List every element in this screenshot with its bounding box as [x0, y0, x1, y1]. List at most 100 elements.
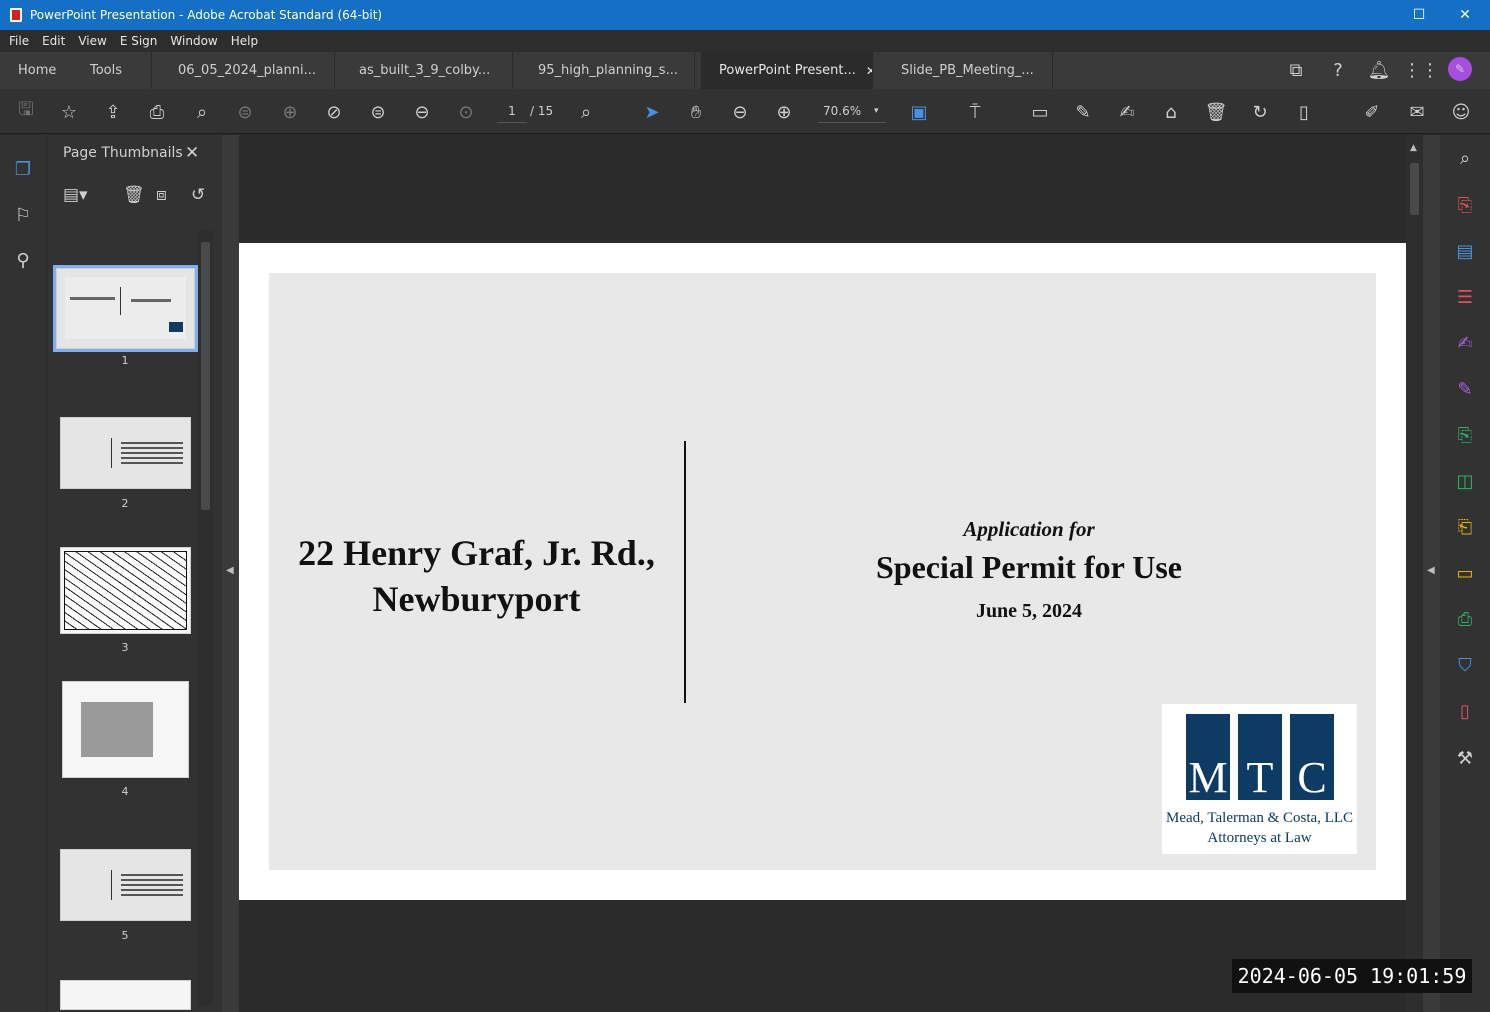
zoom-out-icon[interactable]: ⊖: [727, 99, 753, 125]
tag-icon[interactable]: ⌂: [1158, 99, 1184, 125]
forward-icon[interactable]: ⊙: [453, 99, 479, 125]
edit-pdf-icon[interactable]: ▤: [1452, 238, 1478, 264]
thumbnail-page-2[interactable]: [60, 417, 191, 489]
thumbnail-scrollbar[interactable]: [198, 230, 213, 1005]
menu-window[interactable]: Window: [170, 34, 217, 48]
thumbnail-page-4[interactable]: [62, 681, 189, 778]
sign-icon[interactable]: ✍︎: [1114, 99, 1140, 125]
account-avatar[interactable]: ✎: [1448, 57, 1472, 81]
thumbnail-options-icon[interactable]: ▤▾: [63, 185, 88, 205]
left-navigation-rail: ❐ ⚐ ⚲: [0, 135, 46, 1012]
previous-page-icon[interactable]: ⊕: [277, 99, 303, 125]
tab-tools[interactable]: Tools: [72, 52, 152, 89]
fill-sign-icon[interactable]: ✐: [1359, 99, 1385, 125]
panel-close-icon[interactable]: ✕: [185, 143, 199, 163]
fill-and-sign-icon[interactable]: ✎: [1452, 376, 1478, 402]
stamp-icon[interactable]: ⍑: [962, 99, 988, 125]
upload-cloud-icon[interactable]: ⇪: [100, 99, 126, 125]
window-title: PowerPoint Presentation - Adobe Acrobat …: [30, 8, 383, 22]
scan-ocr-icon[interactable]: ⎙: [1452, 606, 1478, 632]
thumbnail-page-6[interactable]: [60, 980, 191, 1010]
search-icon[interactable]: ⌕: [189, 99, 215, 125]
menu-help[interactable]: Help: [231, 34, 258, 48]
tab-tools-label: Tools: [90, 63, 123, 78]
thumbnail-page-3[interactable]: [60, 547, 191, 634]
hand-tool-icon[interactable]: ✋︎: [683, 99, 709, 125]
acrobat-sign-icon[interactable]: ▯: [1452, 698, 1478, 724]
maximize-button[interactable]: ☐: [1396, 0, 1442, 30]
rotate-icon[interactable]: ↻: [1247, 99, 1273, 125]
attachments-icon[interactable]: ⚲: [11, 248, 35, 272]
expand-right-icon[interactable]: ◀: [1427, 565, 1435, 576]
document-icon[interactable]: ▯: [1291, 99, 1317, 125]
close-window-button[interactable]: ✕: [1442, 0, 1488, 30]
comment-icon[interactable]: ▭: [1027, 99, 1053, 125]
right-panel-splitter[interactable]: ◀: [1423, 135, 1440, 1012]
scrollbar-thumb[interactable]: [1410, 163, 1419, 215]
slide-divider: [684, 441, 686, 703]
page-fit-icon[interactable]: ▣: [906, 99, 932, 125]
tab-document-3[interactable]: 95_high_planning_s...: [520, 52, 695, 89]
tab-document-1[interactable]: 06_05_2024_planni...: [160, 52, 335, 89]
extract-pages-icon[interactable]: ⧈: [156, 185, 167, 205]
highlight-pen-icon[interactable]: ✎: [1070, 99, 1096, 125]
tab-document-2[interactable]: as_built_3_9_colby...: [341, 52, 513, 89]
create-pdf-icon[interactable]: ⎘: [1452, 422, 1478, 448]
print-icon[interactable]: ⎙: [144, 99, 170, 125]
select-cursor-icon[interactable]: ➤: [639, 99, 665, 125]
scroll-mode-icon[interactable]: ⊜: [365, 99, 391, 125]
tab-label: 06_05_2024_planni...: [178, 63, 316, 78]
zoom-level-select[interactable]: 70.6% ▾: [818, 99, 886, 123]
document-viewer[interactable]: 22 Henry Graf, Jr. Rd., Newburyport Appl…: [239, 135, 1406, 1012]
undo-icon[interactable]: ↺: [191, 185, 205, 205]
tab-home[interactable]: Home: [0, 52, 76, 89]
document-scrollbar[interactable]: ▲: [1406, 135, 1423, 1012]
thumbnail-text: [70, 297, 115, 300]
notifications-bell-icon[interactable]: 🔔︎: [1366, 57, 1392, 83]
save-icon[interactable]: 🖫︎: [13, 99, 39, 125]
back-icon[interactable]: ⊖: [409, 99, 435, 125]
menu-file[interactable]: File: [9, 34, 29, 48]
zoom-search-icon[interactable]: ⌕: [1452, 145, 1478, 171]
delete-icon[interactable]: 🗑︎: [1203, 99, 1229, 125]
page-count: / 15: [530, 104, 554, 118]
delete-page-icon[interactable]: 🗑︎: [123, 185, 145, 205]
bookmark-star-icon[interactable]: ☆: [56, 99, 82, 125]
scrollbar-thumb[interactable]: [201, 242, 210, 510]
logo-firm-name: Mead, Talerman & Costa, LLC Attorneys at…: [1162, 808, 1357, 848]
apps-grid-icon[interactable]: ⋮⋮: [1403, 57, 1439, 83]
thumbnail-page-5[interactable]: [60, 849, 191, 921]
menu-esign[interactable]: E Sign: [120, 34, 158, 48]
zoom-value: 70.6%: [823, 104, 862, 118]
page-number-input[interactable]: 1: [497, 99, 527, 123]
export-pdf-icon[interactable]: ⎘: [1452, 192, 1478, 218]
left-panel-splitter[interactable]: ◀: [222, 135, 239, 1012]
page-thumbnails-icon[interactable]: ❐: [11, 157, 35, 181]
next-page-icon[interactable]: ⊘: [321, 99, 347, 125]
tab-document-5[interactable]: Slide_PB_Meeting_...: [883, 52, 1053, 89]
send-for-review-icon[interactable]: ⎗: [1452, 514, 1478, 540]
organize-pages-icon[interactable]: ☰: [1452, 284, 1478, 310]
thumbnail-logo: [169, 322, 183, 332]
account-icon[interactable]: ☺: [1448, 99, 1474, 125]
compare-files-icon[interactable]: ◫: [1452, 468, 1478, 494]
tab-close-icon[interactable]: ✕: [866, 64, 872, 78]
protect-icon[interactable]: ⛉: [1452, 652, 1478, 678]
menu-edit[interactable]: Edit: [42, 34, 65, 48]
request-signatures-icon[interactable]: ✍︎: [1452, 330, 1478, 356]
comment-tool-icon[interactable]: ▭: [1452, 560, 1478, 586]
email-icon[interactable]: ✉: [1404, 99, 1430, 125]
zoom-in-icon[interactable]: ⊕: [771, 99, 797, 125]
menu-view[interactable]: View: [78, 34, 106, 48]
scroll-up-icon[interactable]: ▲: [1410, 143, 1417, 153]
help-icon[interactable]: ?: [1325, 57, 1351, 83]
thumbnail-page-1[interactable]: [53, 265, 198, 352]
share-screen-icon[interactable]: ⧉: [1283, 57, 1309, 83]
collapse-left-icon[interactable]: ◀: [226, 565, 234, 576]
find-icon[interactable]: ⌕: [573, 99, 599, 125]
recording-timestamp: 2024-06-05 19:01:59: [1232, 959, 1472, 993]
bookmarks-icon[interactable]: ⚐: [11, 203, 35, 227]
more-tools-icon[interactable]: ⚒: [1452, 745, 1478, 771]
fit-page-icon[interactable]: ⊜: [232, 99, 258, 125]
tab-document-active[interactable]: PowerPoint Present... ✕: [701, 52, 873, 89]
